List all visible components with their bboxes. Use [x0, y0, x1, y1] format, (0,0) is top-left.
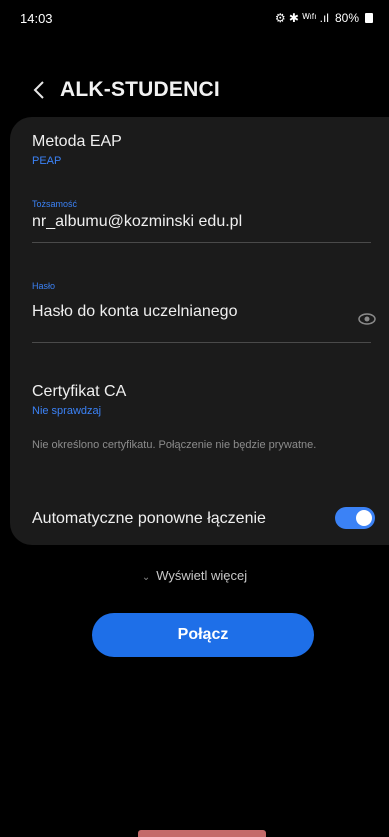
password-input[interactable]: Hasło do konta uczelnianego [32, 303, 371, 321]
page-title: ALK-STUDENCI [60, 78, 220, 101]
identity-field[interactable]: Tożsamość nr_albumu@kozminski edu.pl [32, 199, 371, 231]
chevron-down-icon: ⌄ [141, 572, 151, 583]
identity-input[interactable]: nr_albumu@kozminski edu.pl [32, 213, 371, 231]
battery-icon [365, 13, 373, 23]
battery-percent: 80% [334, 11, 359, 25]
ca-certificate-label: Certyfikat CA [32, 383, 127, 400]
identity-label: Tożsamość [32, 199, 78, 209]
status-bar: 14:03 ⚙ ✱ ᵂᶦᶠᶦ .ıl 80% [0, 0, 389, 36]
ca-certificate-value: Nie sprawdzaj [32, 405, 102, 417]
password-label: Hasło [32, 281, 56, 291]
settings-card: Metoda EAP PEAP Tożsamość nr_albumu@kozm… [10, 117, 389, 545]
eap-method-setting[interactable]: Metoda EAP PEAP [32, 133, 371, 167]
auto-reconnect-setting[interactable]: Automatyczne ponowne łączenie [32, 510, 371, 528]
status-time: 14:03 [20, 10, 53, 26]
back-arrow-icon[interactable] [28, 79, 50, 101]
ca-certificate-setting[interactable]: Certyfikat CA Nie sprawdzaj [32, 383, 371, 417]
show-more-label: Wyświetl więcej [156, 568, 248, 583]
toggle-knob [356, 510, 372, 526]
auto-reconnect-label: Automatyczne ponowne łączenie [32, 510, 266, 527]
status-icons: ⚙ ✱ ᵂᶦᶠᶦ .ıl [274, 11, 329, 25]
eye-icon [358, 313, 376, 325]
wifi-network-screen: 14:03 ⚙ ✱ ᵂᶦᶠᶦ .ıl 80% ALK-STUDENCI Meto… [0, 0, 389, 837]
password-underline [32, 342, 371, 343]
chevron-left-icon [33, 81, 44, 99]
app-header: ALK-STUDENCI [0, 70, 389, 110]
ca-warning-text: Nie określono certyfikatu. Połączenie ni… [32, 439, 317, 451]
auto-reconnect-toggle[interactable] [335, 507, 375, 529]
connect-button[interactable]: Połącz [92, 613, 314, 657]
eap-method-value: PEAP [32, 155, 62, 167]
status-indicators: ⚙ ✱ ᵂᶦᶠᶦ .ıl 80% [275, 11, 373, 25]
navigation-handle [138, 830, 266, 837]
show-more-link[interactable]: ⌄ Wyświetl więcej [0, 568, 389, 583]
show-password-icon[interactable] [357, 309, 377, 329]
ca-certificate-hint: Nie określono certyfikatu. Połączenie ni… [32, 435, 349, 455]
password-field[interactable]: Hasło Hasło do konta uczelnianego [32, 281, 371, 321]
eap-method-label: Metoda EAP [32, 133, 122, 150]
identity-underline [32, 242, 371, 243]
